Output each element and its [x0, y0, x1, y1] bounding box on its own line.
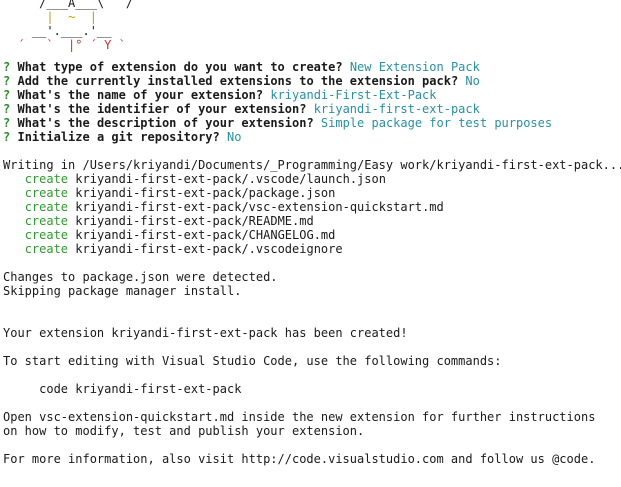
file-path: kriyandi-first-ext-pack/.vscode/launch.j… — [75, 172, 386, 186]
created-file-line: create kriyandi-first-ext-pack/.vscodeig… — [3, 242, 621, 256]
created-file-line: create kriyandi-first-ext-pack/package.j… — [3, 186, 621, 200]
create-verb: create — [24, 214, 69, 228]
question-list: ? What type of extension do you want to … — [3, 60, 621, 144]
create-verb: create — [24, 228, 69, 242]
more-info-message: For more information, also visit http://… — [3, 452, 596, 466]
create-verb: create — [24, 172, 69, 186]
question-mark-icon: ? — [3, 74, 11, 88]
question-answer: kriyandi-first-ext-pack — [313, 102, 480, 116]
question-answer: No — [227, 130, 242, 144]
open-quickstart-message: Open vsc-extension-quickstart.md inside … — [3, 410, 596, 424]
question-answer: New Extension Pack — [349, 60, 480, 74]
question-mark-icon: ? — [3, 130, 11, 144]
file-path: kriyandi-first-ext-pack/README.md — [75, 214, 314, 228]
code-command: code kriyandi-first-ext-pack — [3, 382, 242, 396]
question-text: Initialize a git repository? — [17, 130, 220, 144]
created-file-line: create kriyandi-first-ext-pack/CHANGELOG… — [3, 228, 621, 242]
ascii-art-line: /___A___\ / — [3, 0, 134, 10]
question-text: What type of extension do you want to cr… — [17, 60, 343, 74]
question-line: ? What's the identifier of your extensio… — [3, 102, 621, 116]
question-text: What's the name of your extension? — [17, 88, 264, 102]
question-answer: No — [465, 74, 480, 88]
create-verb: create — [24, 200, 69, 214]
ascii-art: /___A___\ / | ~ | __'.___.'__ ´ ` |° ´ Y… — [3, 0, 621, 52]
question-line: ? What's the name of your extension? kri… — [3, 88, 621, 102]
question-mark-icon: ? — [3, 102, 11, 116]
create-verb: create — [24, 186, 69, 200]
open-quickstart-message-cont: on how to modify, test and publish your … — [3, 424, 365, 438]
question-mark-icon: ? — [3, 116, 11, 130]
terminal-output: /___A___\ / | ~ | __'.___.'__ ´ ` |° ´ Y… — [0, 0, 621, 466]
start-editing-message: To start editing with Visual Studio Code… — [3, 354, 502, 368]
skipping-install-message: Skipping package manager install. — [3, 284, 242, 298]
ascii-art-line: __'.___.'__ — [3, 24, 112, 38]
file-path: kriyandi-first-ext-pack/vsc-extension-qu… — [75, 200, 444, 214]
create-verb: create — [24, 242, 69, 256]
question-answer: kriyandi-First-Ext-Pack — [270, 88, 437, 102]
file-path: kriyandi-first-ext-pack/.vscodeignore — [75, 242, 343, 256]
created-file-line: create kriyandi-first-ext-pack/.vscode/l… — [3, 172, 621, 186]
question-line: ? What's the description of your extensi… — [3, 116, 621, 130]
file-path: kriyandi-first-ext-pack/package.json — [75, 186, 336, 200]
question-mark-icon: ? — [3, 60, 11, 74]
question-text: What's the description of your extension… — [17, 116, 314, 130]
changes-detected-message: Changes to package.json were detected. — [3, 270, 278, 284]
created-file-line: create kriyandi-first-ext-pack/README.md — [3, 214, 621, 228]
question-line: ? Initialize a git repository? No — [3, 130, 621, 144]
created-files-list: create kriyandi-first-ext-pack/.vscode/l… — [3, 172, 621, 256]
question-text: Add the currently installed extensions t… — [17, 74, 459, 88]
question-mark-icon: ? — [3, 88, 11, 102]
created-file-line: create kriyandi-first-ext-pack/vsc-exten… — [3, 200, 621, 214]
ascii-art-line: | ~ | — [3, 10, 97, 24]
question-line: ? What type of extension do you want to … — [3, 60, 621, 74]
writing-line: Writing in /Users/kriyandi/Documents/_Pr… — [3, 158, 621, 172]
question-text: What's the identifier of your extension? — [17, 102, 307, 116]
question-answer: Simple package for test purposes — [320, 116, 553, 130]
ascii-art-line: ´ ` |° ´ Y ` — [3, 38, 126, 52]
question-line: ? Add the currently installed extensions… — [3, 74, 621, 88]
created-message: Your extension kriyandi-first-ext-pack h… — [3, 326, 408, 340]
file-path: kriyandi-first-ext-pack/CHANGELOG.md — [75, 228, 336, 242]
